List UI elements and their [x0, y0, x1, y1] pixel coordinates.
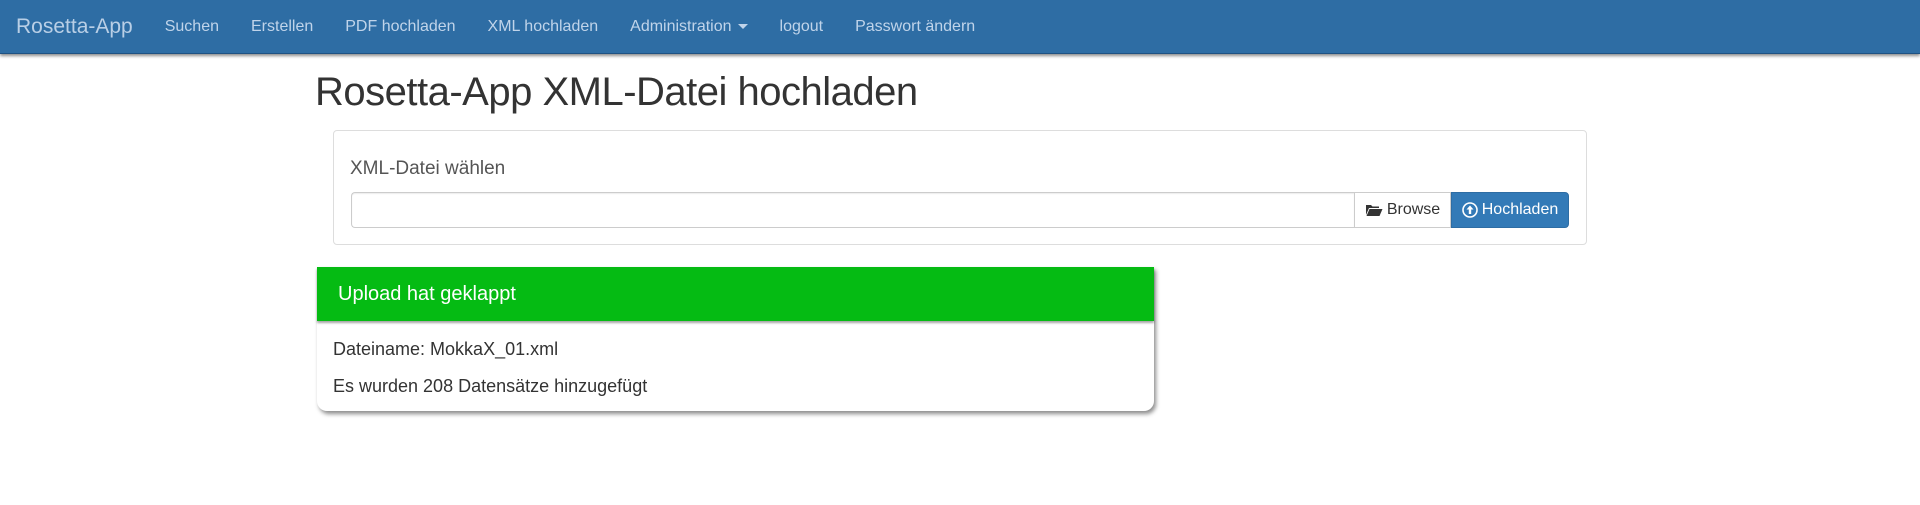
- folder-open-icon: [1365, 203, 1383, 217]
- upload-result-panel: Upload hat geklappt Dateiname: MokkaX_01…: [317, 267, 1154, 411]
- circle-arrow-up-icon: [1461, 202, 1478, 218]
- result-header: Upload hat geklappt: [317, 267, 1154, 321]
- upload-form-panel: XML-Datei wählen Browse Hochladen: [333, 130, 1587, 245]
- caret-down-icon: [737, 23, 748, 29]
- nav-item-administration[interactable]: Administration: [614, 18, 763, 36]
- navbar-brand[interactable]: Rosetta-App: [16, 15, 133, 39]
- page-title: Rosetta-App XML-Datei hochladen: [315, 70, 918, 114]
- upload-button-label: Hochladen: [1481, 201, 1559, 218]
- result-record-count: Es wurden 208 Datensätze hinzugefügt: [333, 376, 648, 396]
- top-navbar: Rosetta-App Suchen Erstellen PDF hochlad…: [0, 0, 1920, 54]
- upload-button[interactable]: Hochladen: [1451, 192, 1569, 228]
- nav-item-logout[interactable]: logout: [764, 18, 840, 36]
- nav-item-erstellen[interactable]: Erstellen: [235, 18, 329, 36]
- file-path-input[interactable]: [351, 192, 1354, 228]
- nav-item-administration-label: Administration: [630, 17, 732, 35]
- result-filename: Dateiname: MokkaX_01.xml: [333, 339, 559, 359]
- nav-item-suchen[interactable]: Suchen: [149, 18, 235, 36]
- nav-item-passwort-aendern[interactable]: Passwort ändern: [839, 18, 991, 36]
- nav-item-pdf-hochladen[interactable]: PDF hochladen: [329, 18, 471, 36]
- nav-item-xml-hochladen[interactable]: XML hochladen: [472, 18, 615, 36]
- file-field-label: XML-Datei wählen: [350, 158, 506, 179]
- browse-button[interactable]: Browse: [1354, 192, 1451, 228]
- browse-button-label: Browse: [1386, 201, 1441, 218]
